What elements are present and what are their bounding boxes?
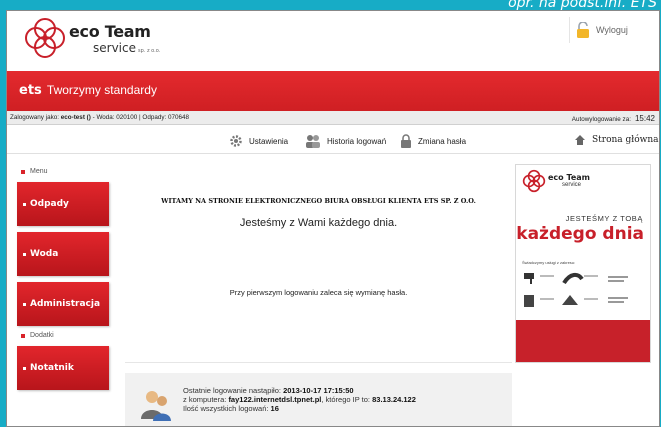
- ad-headline-red: każdego dnia: [516, 224, 644, 244]
- logo-subtitle: service sp. z o.o.: [93, 41, 161, 55]
- login-history-link[interactable]: Historia logowań: [305, 134, 386, 148]
- logo-rings-icon: [25, 18, 65, 58]
- settings-link[interactable]: Ustawienia: [229, 134, 288, 148]
- autologout-timer: Autowylogowanie za: 15:42: [571, 114, 655, 123]
- ad-logo-icon: [522, 169, 546, 193]
- last-login-details: Ostatnie logowanie nastąpiło: 2013-10-17…: [183, 386, 416, 413]
- lock-icon: [401, 134, 411, 148]
- sidebar-item-notatnik[interactable]: Notatnik: [17, 346, 109, 390]
- welcome-heading: WITAMY NA STRONIE ELEKTRONICZNEGO BIURA …: [161, 197, 476, 205]
- logout-button[interactable]: Wyloguj: [569, 17, 651, 43]
- status-bar: Zalogowany jako: eco-test () - Woda: 020…: [7, 111, 659, 125]
- ad-services-icons: [524, 272, 628, 307]
- ad-brand: eco Team: [548, 173, 591, 182]
- users-icon: [306, 135, 320, 148]
- logo-brand: eco Team: [69, 22, 151, 41]
- extras-section-label: Dodatki: [21, 332, 54, 339]
- last-login-panel: Ostatnie logowanie nastąpiło: 2013-10-17…: [125, 373, 512, 426]
- sidebar-item-woda[interactable]: Woda: [17, 232, 109, 276]
- toolbar: Ustawienia Historia logowań Zmiana hasła…: [7, 126, 659, 154]
- menu-section-label: Menu: [21, 168, 48, 175]
- tagline: Jesteśmy z Wami każdego dnia.: [239, 217, 398, 229]
- ad-headline: JESTEŚMY Z TOBĄ: [565, 214, 643, 223]
- ad-footer: [516, 320, 650, 362]
- sidebar-item-odpady[interactable]: Odpady: [17, 182, 109, 226]
- ad-intro: Świadczymy usługi z zakresu:: [522, 260, 576, 265]
- home-link[interactable]: Strona główna: [574, 134, 659, 146]
- banner-slogan: ets Tworzymy standardy: [19, 83, 157, 98]
- sidebar-item-administracja[interactable]: Administracja: [17, 282, 109, 326]
- sidebar: Menu Odpady Woda Administracja Dodatki N…: [17, 164, 119, 424]
- header: eco Team service sp. z o.o. Wyloguj: [7, 11, 659, 71]
- gear-icon: [230, 135, 242, 147]
- ad-brand-sub: service: [562, 182, 582, 188]
- change-password-link[interactable]: Zmiana hasła: [400, 134, 466, 148]
- password-advice: Przy pierwszym logowaniu zaleca się wymi…: [229, 288, 408, 297]
- main-content: WITAMY NA STRONIE ELEKTRONICZNEGO BIURA …: [125, 159, 512, 363]
- eco-team-logo[interactable]: eco Team service sp. z o.o.: [21, 14, 161, 66]
- padlock-icon: [577, 22, 589, 38]
- promo-banner[interactable]: eco Team service JESTEŚMY Z TOBĄ każdego…: [515, 164, 651, 363]
- login-info: Zalogowany jako: eco-test () - Woda: 020…: [10, 114, 190, 121]
- browser-page: eco Team service sp. z o.o. Wyloguj ets T…: [6, 10, 660, 427]
- home-icon: [575, 135, 585, 145]
- users-avatar-icon: [141, 391, 171, 421]
- red-banner: ets Tworzymy standardy: [7, 71, 659, 111]
- logout-label: Wyloguj: [596, 25, 628, 35]
